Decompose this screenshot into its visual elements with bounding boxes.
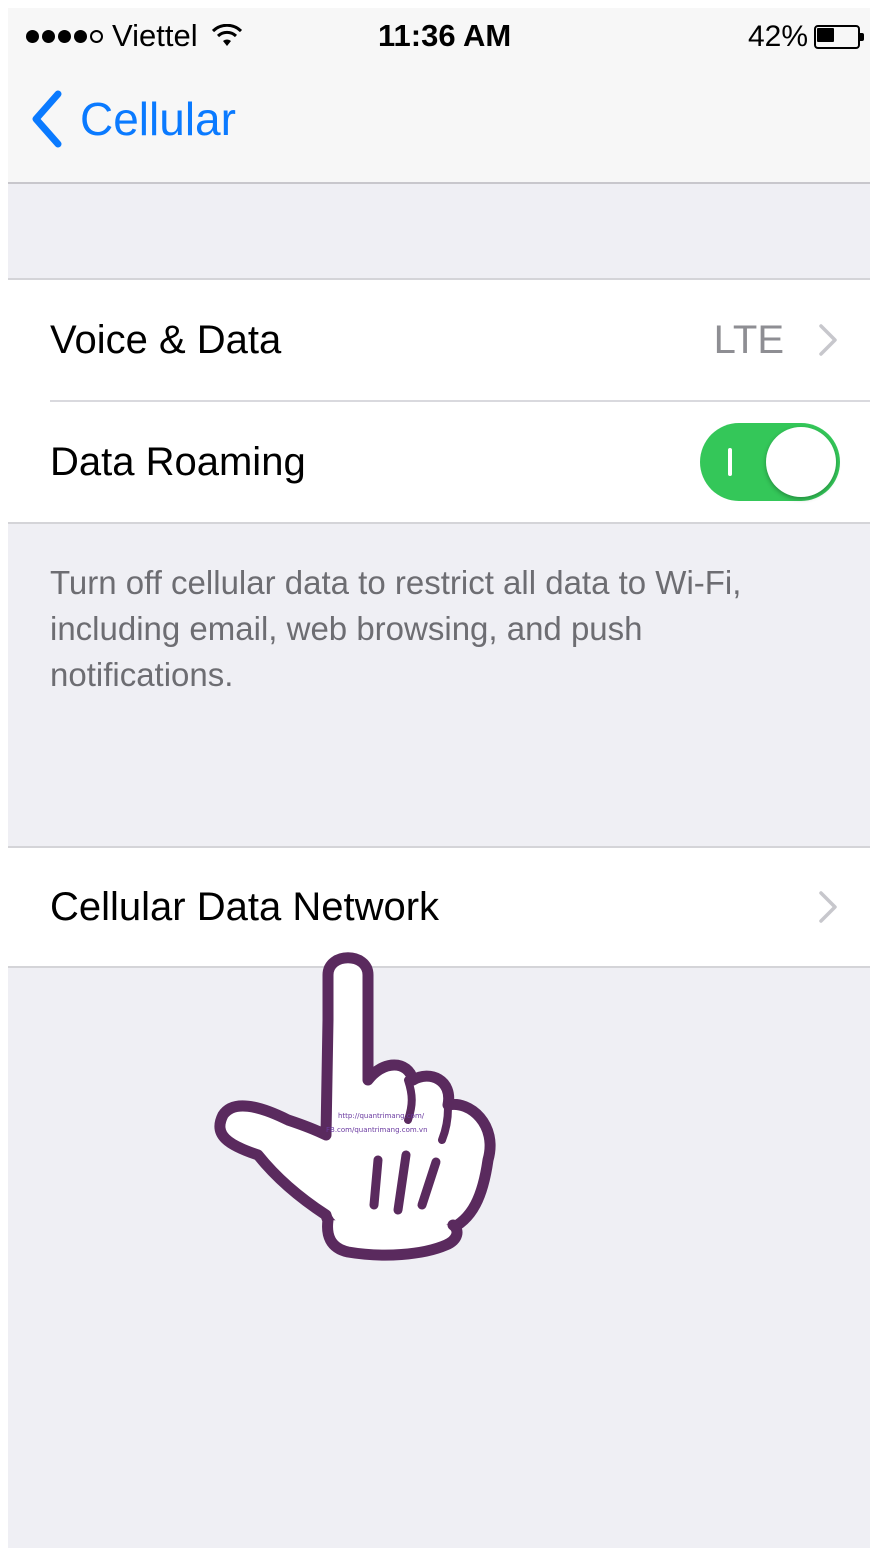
- status-time: 11:36 AM: [378, 18, 512, 53]
- chevron-right-icon: [819, 324, 837, 356]
- settings-screen: Viettel 11:36 AM 42% Cellular Voice & Da…: [8, 8, 870, 1548]
- back-label: Cellular: [80, 93, 236, 145]
- data-roaming-row: Data Roaming: [8, 402, 870, 522]
- status-right: 42%: [748, 20, 864, 54]
- cellular-data-footer: Turn off cellular data to restrict all d…: [50, 564, 742, 693]
- battery-percentage: 42%: [747, 20, 808, 53]
- signal-strength-icon: [26, 29, 106, 43]
- voice-data-row[interactable]: Voice & Data LTE: [8, 280, 870, 400]
- status-bar: Viettel 11:36 AM 42%: [8, 8, 870, 66]
- chevron-right-icon: [819, 891, 837, 923]
- data-roaming-label: Data Roaming: [50, 439, 306, 484]
- voice-data-value: LTE: [713, 317, 784, 362]
- status-left: Viettel: [26, 18, 242, 54]
- toggle-on-indicator: [728, 448, 732, 476]
- cellular-data-network-label: Cellular Data Network: [50, 884, 440, 929]
- toggle-knob: [766, 427, 836, 497]
- carrier-name: Viettel: [112, 18, 198, 53]
- navigation-bar: Cellular: [8, 66, 870, 184]
- hand-watermark-text-1: http://quantrimang.com/: [338, 1112, 425, 1120]
- chevron-left-icon: [32, 90, 62, 148]
- wifi-icon: [211, 24, 242, 46]
- pointing-hand-icon: http://quantrimang.com/ FB.com/quantrima…: [214, 952, 496, 1261]
- voice-data-label: Voice & Data: [50, 317, 282, 362]
- data-roaming-toggle[interactable]: [700, 423, 840, 501]
- battery-icon: [814, 25, 864, 49]
- back-button[interactable]: Cellular: [30, 90, 236, 148]
- cellular-options-group: Voice & Data LTE Data Roaming: [8, 278, 870, 524]
- hand-watermark-text-2: FB.com/quantrimang.com.vn: [326, 1126, 428, 1134]
